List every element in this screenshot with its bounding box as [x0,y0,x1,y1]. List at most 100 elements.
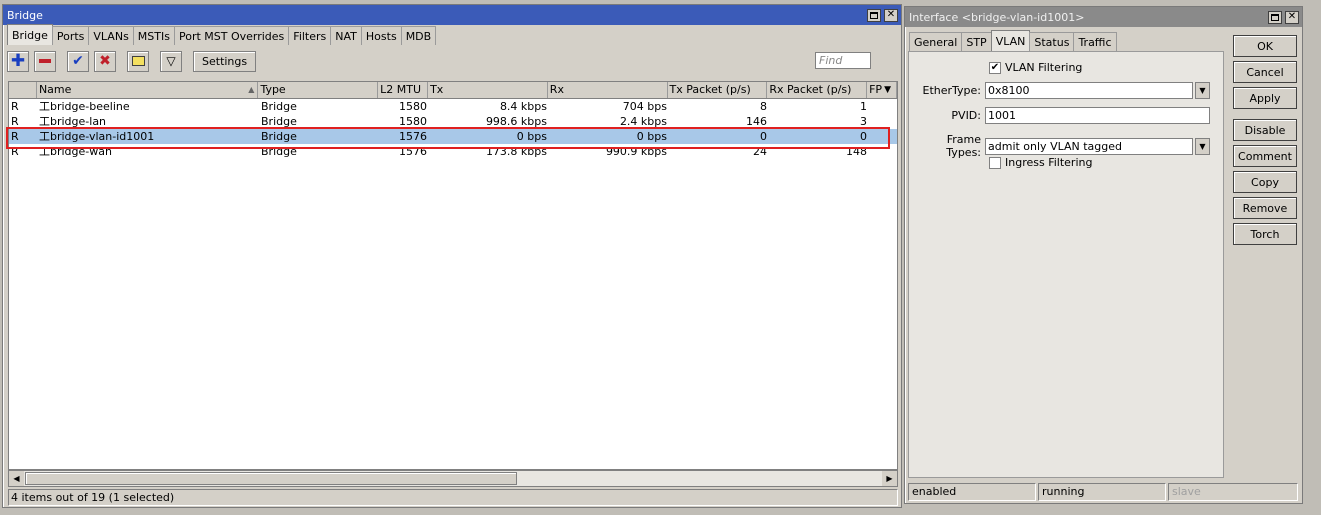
torch-button[interactable]: Torch [1233,223,1297,245]
col-rx-packet[interactable]: Rx Packet (p/s) [767,82,868,98]
bridge-status-bar: 4 items out of 19 (1 selected) [8,489,898,506]
col-tx[interactable]: Tx [428,82,548,98]
comment-button[interactable]: Comment [1233,145,1297,167]
bridge-table: Name ▲ Type L2 MTU Tx Rx Tx Packet (p/s) … [8,81,898,470]
col-rx[interactable]: Rx [548,82,668,98]
close-button[interactable]: ✕ [1285,10,1299,24]
row-type: Bridge [261,145,297,158]
scroll-thumb[interactable] [25,472,517,485]
row-name: ⼯bridge-lan [37,114,259,129]
tab-ports[interactable]: Ports [51,26,90,45]
tab-general[interactable]: General [909,32,963,51]
table-row[interactable]: R ⼯bridge-lan Bridge 1580 998.6 kbps 2.4… [9,114,897,129]
vlan-filtering-row: ✔ VLAN Filtering [989,61,1082,74]
vlan-filtering-checkbox[interactable]: ✔ [989,61,1001,74]
tab-vlan[interactable]: VLAN [990,30,1031,51]
vlan-filtering-label: VLAN Filtering [1005,61,1083,74]
pvid-input[interactable]: 1001 [985,107,1210,124]
tab-traffic[interactable]: Traffic [1073,32,1117,51]
table-row[interactable]: R ⼯bridge-wan Bridge 1576 173.8 kbps 990… [9,144,897,159]
horizontal-scrollbar[interactable]: ◀ ▶ [8,470,898,487]
ethertype-label: EtherType: [922,84,982,97]
maximize-icon [1271,13,1279,21]
row-tx-packet: 24 [753,145,767,158]
bridge-icon: ⼯ [39,115,50,128]
tab-stp[interactable]: STP [961,32,992,51]
ingress-filtering-row: Ingress Filtering [989,156,1092,169]
chevron-down-icon[interactable]: ▼ [1195,137,1210,155]
bridge-window: Bridge ✕ Bridge Ports VLANs MSTIs Port M… [2,4,902,508]
frame-types-label: Frame Types: [946,133,981,159]
row-name: ⼯bridge-wan [37,144,259,159]
enable-button[interactable]: ✔ [67,50,89,72]
checkmark-icon: ✔ [990,61,1000,73]
filter-button[interactable]: ▽ [160,50,182,72]
bridge-titlebar[interactable]: Bridge ✕ [3,5,901,25]
comment-icon [131,56,145,66]
row-type: Bridge [261,115,297,128]
cancel-button[interactable]: Cancel [1233,61,1297,83]
row-type: Bridge [261,130,297,143]
col-fp[interactable]: FP ▼ [867,82,898,98]
ethertype-select[interactable]: 0x8100 [985,82,1193,99]
disable-button[interactable]: ✖ [94,50,116,72]
sort-asc-icon: ▲ [248,85,255,94]
ok-button[interactable]: OK [1233,35,1297,57]
row-tx: 173.8 kbps [485,145,547,158]
pvid-label: PVID: [951,109,981,122]
tab-filters[interactable]: Filters [288,26,332,45]
col-type[interactable]: Type [258,82,379,98]
row-l2mtu: 1576 [399,130,427,143]
row-flag: R [11,130,19,143]
remove-button[interactable]: Remove [1233,197,1297,219]
add-button[interactable]: ✚ [7,50,29,72]
tab-hosts[interactable]: Hosts [360,26,402,45]
tab-status[interactable]: Status [1029,32,1075,51]
ethertype-row: EtherType: 0x8100 ▼ [909,82,1210,99]
settings-button[interactable]: Settings [193,50,257,72]
tab-vlans[interactable]: VLANs [88,26,134,45]
status-slave: slave [1168,483,1298,501]
interface-titlebar[interactable]: Interface <bridge-vlan-id1001> ✕ [905,7,1302,27]
tab-mdb[interactable]: MDB [400,26,437,45]
frame-types-select[interactable]: admit only VLAN tagged [985,137,1193,155]
column-menu-icon[interactable]: ▼ [884,82,891,98]
tab-bridge[interactable]: Bridge [7,24,53,45]
tab-port-mst-overrides[interactable]: Port MST Overrides [173,26,290,45]
bridge-tabs: Bridge Ports VLANs MSTIs Port MST Overri… [3,24,901,45]
col-flag[interactable] [9,82,37,98]
chevron-down-icon[interactable]: ▼ [1195,82,1210,99]
maximize-button[interactable] [1268,10,1282,24]
ingress-filtering-checkbox[interactable] [989,156,1001,169]
status-enabled: enabled [908,483,1036,501]
remove-button[interactable] [34,50,56,72]
col-tx-packet[interactable]: Tx Packet (p/s) [668,82,768,98]
maximize-button[interactable] [867,8,881,22]
status-running: running [1038,483,1166,501]
row-rx-packet: 148 [846,145,867,158]
table-row-selected[interactable]: R ⼯bridge-vlan-id1001 Bridge 1576 0 bps … [9,129,897,144]
find-input[interactable]: Find [815,52,871,69]
check-icon: ✔ [72,53,84,69]
scroll-right-icon[interactable]: ▶ [882,471,897,486]
tab-nat[interactable]: NAT [330,26,362,45]
interface-window-title: Interface <bridge-vlan-id1001> [909,10,1085,24]
x-icon: ✖ [99,53,111,69]
row-rx: 0 bps [636,130,667,143]
comment-button[interactable] [127,50,149,72]
table-row[interactable]: R ⼯bridge-beeline Bridge 1580 8.4 kbps 7… [9,99,897,114]
disable-button[interactable]: Disable [1233,119,1297,141]
pvid-row: PVID: 1001 [909,107,1210,124]
tab-mstis[interactable]: MSTIs [132,26,175,45]
close-button[interactable]: ✕ [884,8,898,22]
row-tx-packet: 0 [760,130,767,143]
remove-icon [39,59,51,63]
col-name[interactable]: Name ▲ [37,82,259,98]
row-tx-packet: 8 [760,100,767,113]
col-l2mtu[interactable]: L2 MTU [378,82,429,98]
col-name-label: Name [38,83,72,96]
copy-button[interactable]: Copy [1233,171,1297,193]
row-tx: 8.4 kbps [499,100,547,113]
scroll-left-icon[interactable]: ◀ [9,471,24,486]
apply-button[interactable]: Apply [1233,87,1297,109]
